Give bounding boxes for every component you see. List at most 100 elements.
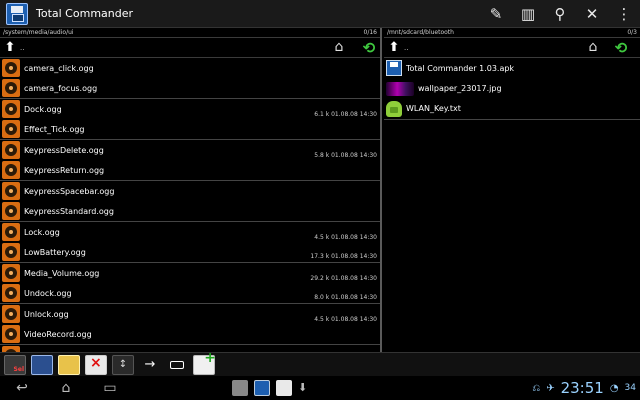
- apk-file-icon: [386, 60, 402, 77]
- file-meta: 8.0 k 01.08.08 14:30: [314, 294, 377, 301]
- search-icon[interactable]: ⚲: [544, 0, 576, 28]
- file-meta: 5.8 k 01.08.08 14:30: [314, 151, 377, 159]
- add-button-icon[interactable]: [193, 350, 216, 375]
- audio-file-icon: [2, 223, 20, 242]
- status-area[interactable]: ⎌ ✈ 23:51 ◔ 34: [532, 376, 636, 400]
- left-file-panel[interactable]: /system/media/audio/ui 0/16 ⬆ .. ⌂ ⟲ cam…: [0, 28, 382, 352]
- file-row[interactable]: wallpaper_23017.jpg: [384, 79, 640, 100]
- camera-app-icon[interactable]: [232, 380, 248, 396]
- audio-file-icon: [2, 284, 20, 303]
- overflow-menu-icon[interactable]: ⋮: [608, 0, 640, 28]
- file-meta: 4.5 k 01.08.08 14:30: [314, 233, 377, 241]
- file-name: Lock.ogg: [24, 227, 60, 237]
- file-row[interactable]: Lock.ogg 4.5 k 01.08.08 14:30: [0, 222, 380, 243]
- audio-file-icon: [2, 264, 20, 283]
- left-updir-row[interactable]: ⬆ .. ⌂ ⟲: [0, 38, 380, 58]
- audio-file-icon: [2, 202, 20, 221]
- file-row[interactable]: VideoRecord.ogg: [0, 325, 380, 345]
- file-meta: 17.3 k 01.08.08 14:30: [310, 253, 377, 260]
- right-path: /mnt/sdcard/bluetooth: [387, 29, 454, 36]
- updir-label: ..: [20, 43, 25, 52]
- refresh-icon[interactable]: ⟲: [612, 39, 630, 57]
- file-row[interactable]: WLAN_Key.txt: [384, 99, 640, 120]
- file-name: LowBattery.ogg: [24, 247, 86, 257]
- file-row[interactable]: KeypressDelete.ogg 5.8 k 01.08.08 14:30: [0, 140, 380, 161]
- audio-file-icon: [2, 182, 20, 201]
- file-name: Undock.ogg: [24, 288, 72, 298]
- gmail-icon[interactable]: [276, 380, 292, 396]
- file-row[interactable]: camera_click.ogg: [0, 58, 380, 79]
- copy-icon[interactable]: [31, 354, 53, 375]
- file-name: camera_focus.ogg: [24, 83, 98, 93]
- file-row[interactable]: KeypressReturn.ogg: [0, 161, 380, 181]
- file-row[interactable]: KeypressSpacebar.ogg: [0, 181, 380, 202]
- file-name: WLAN_Key.txt: [406, 104, 461, 114]
- android-icon: [386, 100, 402, 117]
- file-row[interactable]: Media_Volume.ogg 29.2 k 01.08.08 14:30: [0, 263, 380, 284]
- file-row[interactable]: Undock.ogg 8.0 k 01.08.08 14:30: [0, 284, 380, 304]
- left-file-list: camera_click.ogg camera_focus.ogg Dock.ogg…: [0, 58, 380, 352]
- bookmarks-icon[interactable]: ▥: [512, 0, 544, 28]
- battery-level: 34: [624, 383, 636, 393]
- up-arrow-icon[interactable]: ⬆: [384, 40, 404, 55]
- file-name: VideoRecord.ogg: [24, 329, 92, 339]
- file-row[interactable]: camera_focus.ogg: [0, 79, 380, 99]
- left-selection-count: 0/16: [363, 29, 377, 36]
- home-nav-icon[interactable]: ⌂: [44, 376, 88, 400]
- file-name: KeypressStandard.ogg: [24, 206, 114, 216]
- edit-icon[interactable]: ✎: [480, 0, 512, 28]
- select-icon[interactable]: [4, 354, 26, 375]
- usb-icon: ⎌: [532, 382, 541, 394]
- file-row[interactable]: VideoStop.ogg: [0, 345, 380, 352]
- recent-apps-icon[interactable]: ▭: [88, 376, 132, 400]
- file-name: Unlock.ogg: [24, 309, 69, 319]
- title-bar: Total Commander ✎ ▥ ⚲ ✕ ⋮: [0, 0, 640, 28]
- file-name: Media_Volume.ogg: [24, 268, 100, 278]
- floppy-disk-icon[interactable]: [6, 2, 28, 25]
- download-icon[interactable]: ⬇: [298, 380, 308, 396]
- delete-icon[interactable]: [85, 354, 107, 375]
- arrow-right-icon[interactable]: →: [139, 355, 161, 375]
- file-name: camera_click.ogg: [24, 63, 94, 73]
- new-folder-icon[interactable]: [58, 354, 80, 375]
- action-bar: ✎ ▥ ⚲ ✕ ⋮: [480, 0, 640, 28]
- sort-icon[interactable]: ↕: [112, 354, 134, 375]
- home-icon[interactable]: ⌂: [330, 39, 348, 57]
- file-meta: 29.2 k 01.08.08 14:30: [310, 274, 377, 282]
- file-row[interactable]: Unlock.ogg 4.5 k 01.08.08 14:30: [0, 304, 380, 325]
- audio-file-icon: [2, 325, 20, 344]
- home-icon[interactable]: ⌂: [584, 39, 602, 57]
- right-file-panel[interactable]: /mnt/sdcard/bluetooth 0/3 ⬆ .. ⌂ ⟲ Total…: [384, 28, 640, 352]
- right-path-bar: /mnt/sdcard/bluetooth 0/3: [384, 28, 640, 38]
- up-arrow-icon[interactable]: ⬆: [0, 40, 20, 55]
- audio-file-icon: [2, 100, 20, 119]
- close-icon[interactable]: ✕: [576, 0, 608, 28]
- minus-icon[interactable]: [170, 360, 184, 369]
- audio-file-icon: [2, 141, 20, 160]
- file-name: wallpaper_23017.jpg: [418, 84, 502, 94]
- audio-file-icon: [2, 243, 20, 262]
- file-meta: 4.5 k 01.08.08 14:30: [314, 315, 377, 323]
- audio-file-icon: [2, 120, 20, 139]
- updir-label: ..: [404, 43, 409, 52]
- file-name: Dock.ogg: [24, 104, 62, 114]
- file-name: KeypressDelete.ogg: [24, 145, 104, 155]
- file-row[interactable]: LowBattery.ogg 17.3 k 01.08.08 14:30: [0, 243, 380, 263]
- right-file-list: Total Commander 1.03.apk wallpaper_23017.…: [384, 58, 640, 120]
- file-row[interactable]: Dock.ogg 6.1 k 01.08.08 14:30: [0, 99, 380, 120]
- bottom-toolbar: ↕ →: [0, 350, 640, 376]
- file-row[interactable]: Total Commander 1.03.apk: [384, 58, 640, 79]
- clock: 23:51: [560, 379, 604, 397]
- file-row[interactable]: KeypressStandard.ogg: [0, 202, 380, 222]
- refresh-icon[interactable]: ⟲: [360, 39, 378, 57]
- left-path: /system/media/audio/ui: [3, 29, 74, 36]
- total-commander-app-icon[interactable]: [254, 380, 270, 396]
- file-name: Effect_Tick.ogg: [24, 124, 85, 134]
- right-selection-count: 0/3: [627, 29, 637, 36]
- app-title: Total Commander: [36, 7, 134, 20]
- file-row[interactable]: Effect_Tick.ogg: [0, 120, 380, 140]
- audio-file-icon: [2, 79, 20, 98]
- back-icon[interactable]: ↩: [0, 376, 44, 400]
- right-updir-row[interactable]: ⬆ .. ⌂ ⟲: [384, 38, 640, 58]
- sync-icon: ✈: [546, 382, 555, 394]
